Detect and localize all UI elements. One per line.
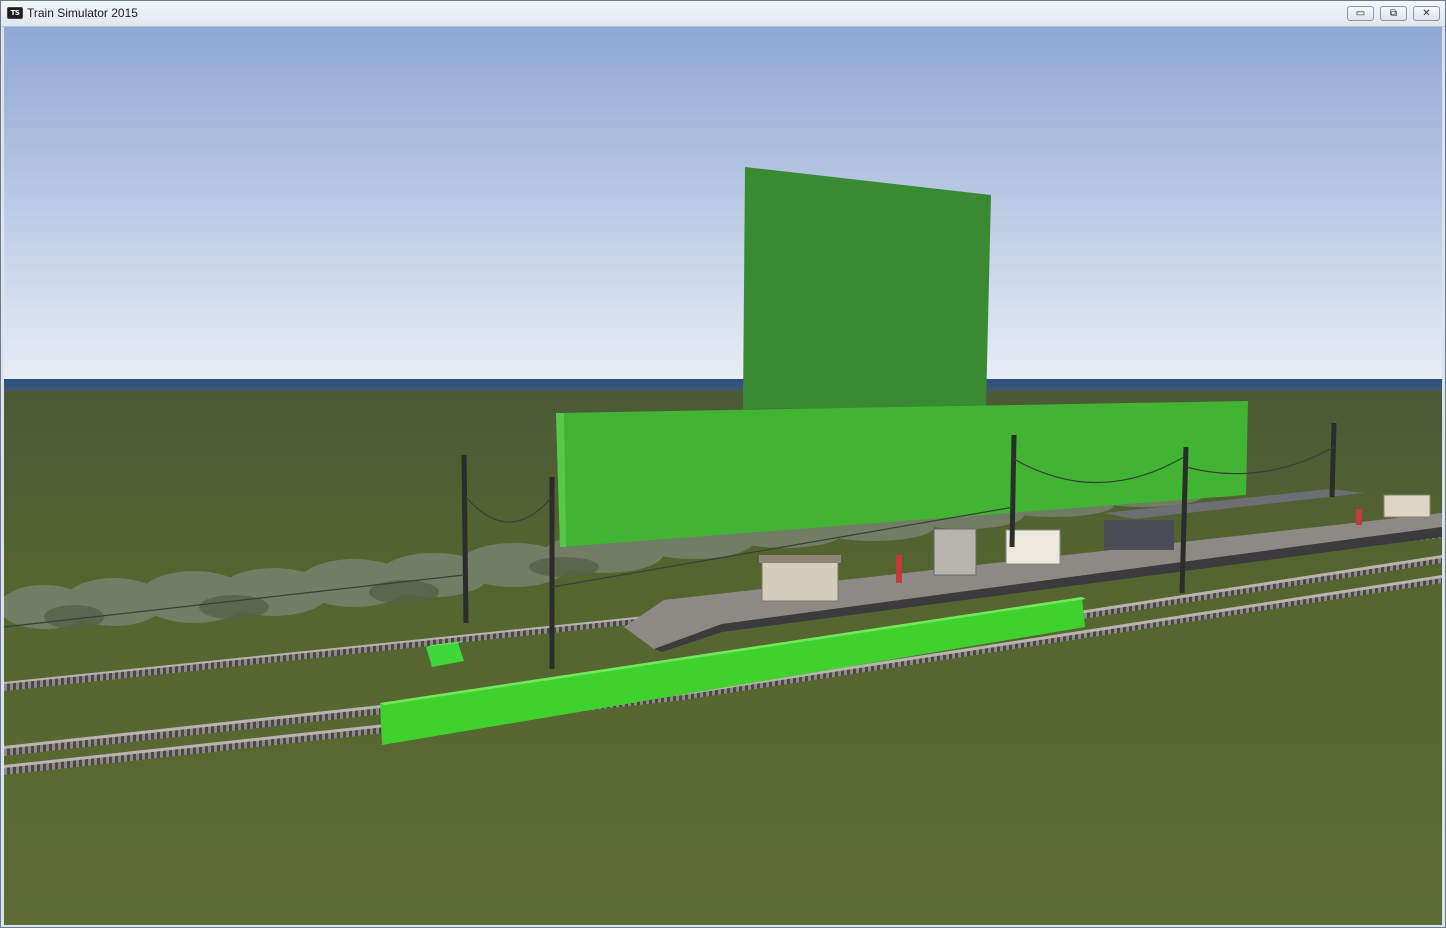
3d-scene (4, 27, 1442, 925)
restore-icon: ⧉ (1389, 8, 1398, 19)
close-icon: ✕ (1422, 8, 1431, 19)
app-icon: TS (7, 7, 23, 19)
placeholder-tall-wall (743, 167, 991, 409)
window-title: Train Simulator 2015 (27, 6, 138, 20)
close-button[interactable]: ✕ (1413, 6, 1440, 21)
sea-horizon (4, 379, 1442, 391)
title-bar[interactable]: TS Train Simulator 2015 ▭ ⧉ ✕ (1, 1, 1445, 27)
restore-button[interactable]: ⧉ (1380, 6, 1407, 21)
minimize-icon: ▭ (1355, 8, 1366, 19)
minimize-button[interactable]: ▭ (1347, 6, 1374, 21)
app-window: TS Train Simulator 2015 ▭ ⧉ ✕ (0, 0, 1446, 928)
sky (4, 27, 1442, 379)
game-viewport[interactable] (4, 27, 1442, 925)
